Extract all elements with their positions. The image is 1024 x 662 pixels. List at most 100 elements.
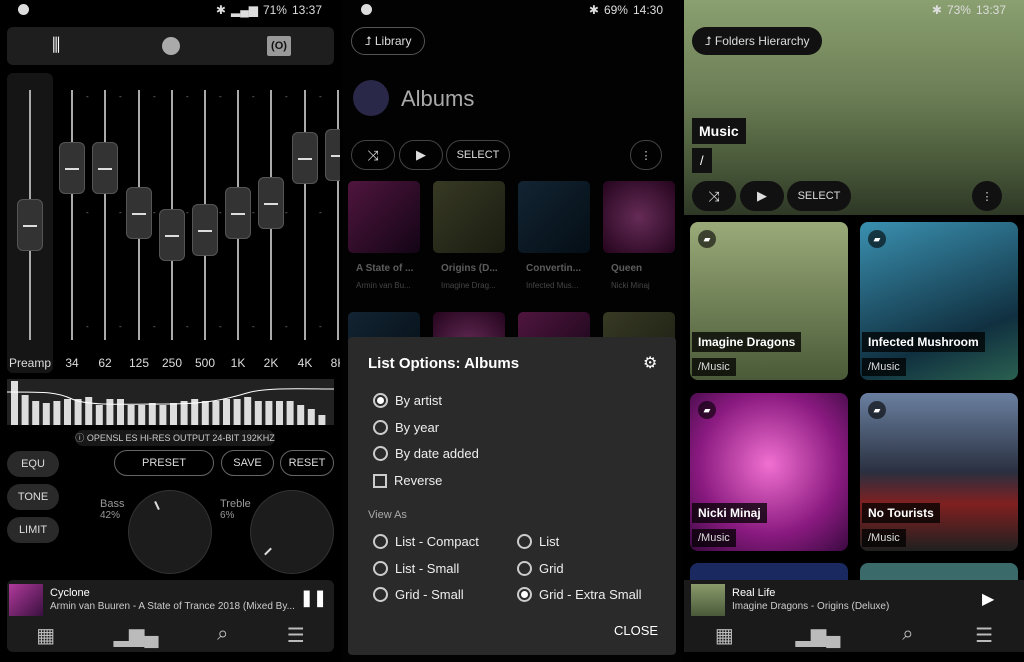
bar-chart-icon[interactable]: ▂▆▄ — [796, 623, 841, 648]
view-as-label: View As — [368, 509, 407, 521]
limit-button[interactable]: LIMIT — [7, 517, 59, 543]
menu-icon[interactable]: ☰ — [975, 623, 993, 648]
knob-icon[interactable] — [162, 37, 180, 55]
eq-tick: - — [252, 208, 255, 217]
view-option[interactable]: Grid - Small — [373, 587, 464, 602]
spectrum-bar — [127, 405, 135, 425]
status-bar: ✱ 73% 13:37 — [684, 0, 1024, 20]
output-info-text: OPENSL ES HI-RES OUTPUT 24-BIT 192KHZ — [86, 433, 275, 443]
eq-slider-handle[interactable] — [17, 199, 43, 251]
spectrum-bar — [307, 409, 315, 425]
sort-option[interactable]: By year — [373, 419, 439, 435]
menu-icon[interactable]: ☰ — [287, 623, 305, 648]
library-button[interactable]: ⮥ Library — [351, 27, 425, 55]
view-option[interactable]: List - Small — [373, 560, 459, 576]
clock: 13:37 — [291, 3, 322, 17]
eq-slider-handle[interactable] — [258, 176, 284, 229]
folder-tile[interactable]: ▰ Imagine Dragons /Music — [690, 222, 848, 380]
eq-tick: - — [119, 208, 122, 217]
eq-slider-handle[interactable] — [192, 204, 218, 256]
view-option[interactable]: Grid — [517, 560, 564, 576]
search-icon[interactable]: ⌕ — [217, 623, 228, 648]
grid-icon[interactable]: ▦ — [36, 623, 55, 648]
output-info: ⓘ OPENSL ES HI-RES OUTPUT 24-BIT 192KHZ — [75, 430, 275, 446]
eq-band-label: 500 — [194, 356, 216, 370]
signal-icon: ▂▄▆ — [230, 3, 258, 17]
eq-band-label: Preamp — [8, 356, 52, 370]
search-icon[interactable]: ⌕ — [902, 623, 913, 648]
eq-tick: - — [219, 322, 222, 331]
bass-knob[interactable] — [128, 490, 212, 574]
spectrum-bar — [53, 401, 61, 425]
eq-tick: - — [285, 92, 288, 101]
sort-option[interactable]: By artist — [373, 393, 442, 408]
spectrum-bar — [64, 399, 71, 425]
albums-screen: ✱ 69% 14:30 ⮥ Library Albums ⤨ ▶ SELECT ⋮ … — [343, 0, 681, 662]
folder-path: /Music — [692, 529, 736, 547]
grid-icon[interactable]: ▦ — [715, 623, 734, 648]
clock: 14:30 — [632, 3, 663, 17]
more-icon[interactable]: ⋮ — [630, 140, 662, 170]
bluetooth-icon: ✱ — [588, 3, 599, 17]
select-button[interactable]: SELECT — [446, 140, 510, 170]
eq-tick: - — [319, 92, 322, 101]
settings-gear-icon[interactable]: ⚙ — [643, 353, 657, 373]
bar-chart-icon[interactable]: ▂▆▄ — [114, 623, 159, 648]
equalizer-icon[interactable]: ⫼ — [52, 35, 60, 56]
spectrum-bar — [318, 415, 326, 425]
folder-tile[interactable]: ▰ Infected Mushroom /Music — [860, 222, 1018, 380]
view-option[interactable]: List - Compact — [373, 534, 479, 549]
play-icon[interactable]: ▶ — [982, 589, 994, 609]
shuffle-button[interactable]: ⤨ — [351, 140, 395, 170]
select-button[interactable]: SELECT — [787, 181, 851, 211]
reset-button[interactable]: RESET — [280, 450, 334, 476]
spectrum-bar — [32, 401, 40, 425]
eq-slider-handle[interactable] — [292, 131, 318, 184]
view-option[interactable]: Grid - Extra Small — [517, 587, 642, 602]
folders-screen: ✱ 73% 13:37 ⮥ Folders Hierarchy Music / ⤨ … — [684, 0, 1024, 662]
eq-track — [337, 90, 339, 340]
view-option[interactable]: List — [517, 534, 559, 549]
play-button[interactable]: ▶ — [399, 140, 443, 170]
eq-slider-handle[interactable] — [92, 141, 118, 194]
eq-slider-handle[interactable] — [59, 141, 85, 194]
spectrum-bar — [223, 399, 230, 425]
eq-slider-handle[interactable] — [225, 186, 251, 239]
eq-tick: - — [86, 208, 89, 217]
play-button[interactable]: ▶ — [740, 181, 784, 211]
save-button[interactable]: SAVE — [221, 450, 274, 476]
eq-band-label: 2K — [263, 356, 279, 370]
shuffle-button[interactable]: ⤨ — [692, 181, 736, 211]
preset-button[interactable]: PRESET — [114, 450, 214, 476]
eq-track — [304, 90, 306, 340]
track-subtitle: Imagine Dragons - Origins (Deluxe) — [732, 601, 890, 612]
spectrum-bar — [212, 401, 220, 425]
eq-slider-handle[interactable] — [159, 209, 185, 261]
eq-tick: - — [119, 322, 122, 331]
reverse-checkbox[interactable]: Reverse — [373, 473, 442, 488]
more-icon[interactable]: ⋮ — [972, 181, 1002, 211]
tone-button[interactable]: TONE — [7, 484, 59, 510]
close-button[interactable]: CLOSE — [614, 623, 658, 638]
eq-tick: - — [86, 322, 89, 331]
eq-track — [104, 90, 106, 340]
folder-tile[interactable]: ▰ Nicki Minaj /Music — [690, 393, 848, 551]
sort-option[interactable]: By date added — [373, 446, 479, 461]
mini-player[interactable]: Cyclone Armin van Buuren - A State of Tr… — [7, 580, 334, 652]
equ-button[interactable]: EQU — [7, 451, 59, 477]
eq-slider-handle[interactable] — [126, 186, 152, 239]
surround-icon[interactable]: (O) — [267, 36, 291, 56]
mini-player[interactable]: Real Life Imagine Dragons - Origins (Del… — [684, 580, 1024, 652]
spectrum-bar — [297, 405, 305, 425]
battery-level: 69% — [603, 3, 628, 17]
pause-icon[interactable]: ❚❚ — [300, 588, 327, 608]
folders-hierarchy-button[interactable]: ⮥ Folders Hierarchy — [692, 27, 822, 55]
eq-tick: - — [252, 92, 255, 101]
track-title: Cyclone — [50, 587, 90, 599]
eq-slider-handle[interactable] — [325, 129, 340, 181]
treble-knob[interactable] — [250, 490, 334, 574]
spectrum-bar — [276, 401, 283, 425]
equalizer-screen: ✱ ▂▄▆ 71% 13:37 ⫼ (O) Preamp 34 - - - 62 - - - 125 - -… — [0, 0, 340, 662]
spectrum-bar — [244, 397, 252, 425]
folder-tile[interactable]: ▰ No Tourists /Music — [860, 393, 1018, 551]
